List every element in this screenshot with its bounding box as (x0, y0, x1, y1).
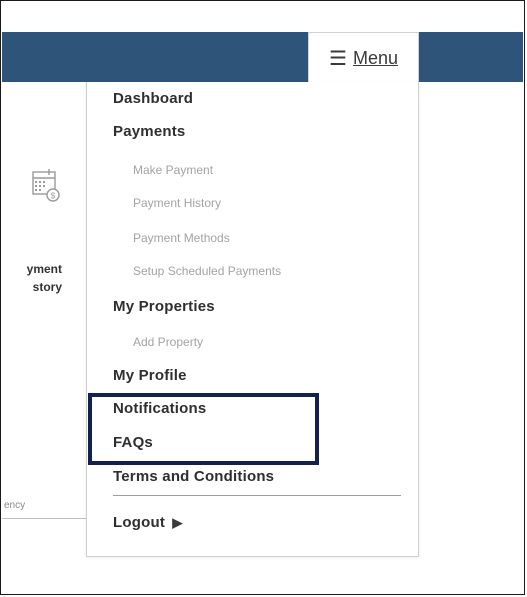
menu-item-my-properties[interactable]: My Properties (113, 298, 215, 315)
menu-item-faqs[interactable]: FAQs (113, 434, 153, 451)
logout-label: Logout (113, 514, 166, 531)
menu-divider (113, 495, 401, 496)
svg-text:$: $ (51, 192, 56, 201)
logout-arrow-icon: ▶ (172, 515, 183, 530)
menu-item-notifications[interactable]: Notifications (113, 400, 206, 417)
background-footer-text: ency (4, 500, 26, 511)
menu-item-logout[interactable]: Logout ▶ (113, 514, 183, 531)
menu-subitem-make-payment[interactable]: Make Payment (133, 163, 213, 177)
menu-subitem-payment-history[interactable]: Payment History (133, 196, 221, 210)
menu-dropdown: Dashboard Payments Make Payment Payment … (86, 82, 419, 557)
menu-item-dashboard[interactable]: Dashboard (113, 90, 193, 107)
menu-item-my-profile[interactable]: My Profile (113, 367, 187, 384)
background-divider (2, 518, 92, 519)
menu-subitem-add-property[interactable]: Add Property (133, 335, 203, 349)
calendar-dollar-icon: $ (32, 169, 60, 202)
menu-button[interactable]: ☰ Menu (308, 32, 419, 84)
menu-item-terms-and-conditions[interactable]: Terms and Conditions (113, 468, 274, 485)
menu-subitem-setup-scheduled-payments[interactable]: Setup Scheduled Payments (133, 264, 281, 278)
background-card-text: yment (26, 262, 62, 276)
menu-subitem-payment-methods[interactable]: Payment Methods (133, 231, 230, 245)
hamburger-icon: ☰ (329, 47, 347, 70)
menu-button-label: Menu (352, 48, 398, 68)
menu-item-payments[interactable]: Payments (113, 123, 185, 140)
top-navigation-bar (2, 32, 523, 82)
background-card-text: story (32, 280, 62, 294)
